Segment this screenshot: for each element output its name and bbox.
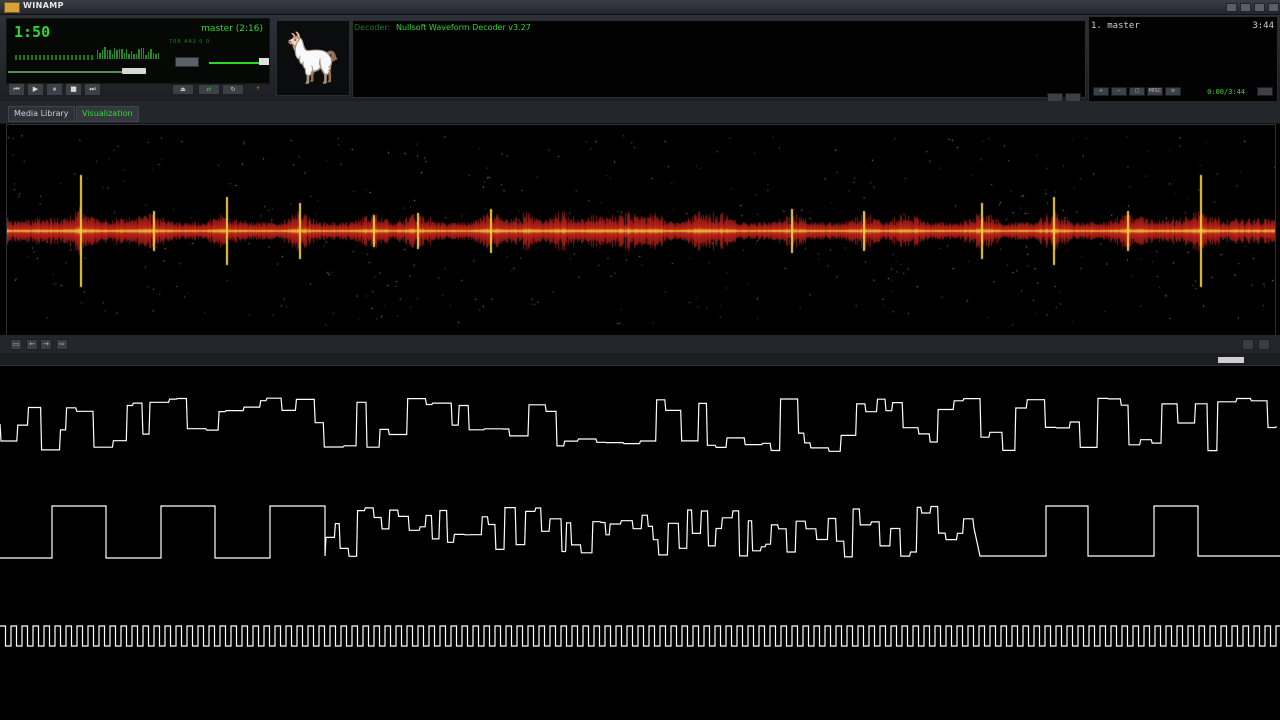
playlist-item-duration: 3:44 [1252,21,1274,31]
visualization-canvas[interactable] [6,124,1276,336]
viz-toolbar: ▭ ← → ⇨ [0,335,1280,353]
tab-visualization[interactable]: Visualization [76,106,139,122]
play-button[interactable]: ▶ [27,83,44,96]
info-panel: Decoder: Nullsoft Waveform Decoder v3.27 [352,20,1086,102]
viz-menu-icon[interactable]: ⇨ [56,339,68,350]
mute-button[interactable] [175,57,199,67]
channel-2-waveform [0,505,1280,559]
tab-media-library[interactable]: Media Library [8,106,75,122]
lightning-icon[interactable]: ⚡ [248,84,268,93]
resize-grip[interactable] [1218,357,1244,363]
oscilloscope-view [0,397,1280,647]
winamp-logo-icon [4,2,20,13]
pause-button[interactable]: ⏸ [46,83,63,96]
album-art-llama-icon: 🦙 [276,20,350,96]
playlist-position: 0:00/3:44 [1207,88,1245,96]
playlist-menu-button[interactable] [1257,87,1273,96]
viz-window-icon[interactable]: ▭ [10,339,22,350]
playlist-list-button[interactable]: ≡ [1165,87,1181,96]
window-title: WINAMP [23,1,64,10]
viz-next-icon[interactable]: → [40,339,52,350]
playlist-remove-button[interactable]: − [1111,87,1127,96]
playlist-item-label: 1. master [1091,21,1140,31]
player-panel: 1:50 master (2:16) 706 441 0 0 ⏮ ▶ ⏸ ■ ⏭… [0,15,1280,102]
playlist-misc-button[interactable]: MISC [1147,87,1163,96]
repeat-button[interactable]: ↻ [222,84,244,95]
viz-fullscreen-icon[interactable] [1258,339,1270,350]
title-bar[interactable]: WINAMP [0,0,1280,15]
maximize-icon[interactable] [1254,3,1265,12]
playlist-item[interactable]: 1. master 3:44 [1091,21,1274,31]
resize-bar [0,353,1280,366]
channel-1-waveform [0,397,1278,452]
playlist-select-button[interactable]: □ [1129,87,1145,96]
viz-prev-icon[interactable]: ← [26,339,38,350]
prev-button[interactable]: ⏮ [8,83,25,96]
vu-meter [15,55,93,60]
track-title: master (2:16) [201,24,263,34]
time-display[interactable]: 1:50 [14,23,50,41]
tab-bar: Media Library Visualization [0,101,1280,124]
viz-settings-icon[interactable] [1242,339,1254,350]
stop-button[interactable]: ■ [65,83,82,96]
shuffle-button[interactable]: ⇄ [198,84,220,95]
seek-handle[interactable] [122,68,146,74]
channel-3-waveform [0,625,1280,647]
display: 1:50 master (2:16) 706 441 0 0 [6,18,270,84]
shade-icon[interactable] [1240,3,1251,12]
decoder-value: Nullsoft Waveform Decoder v3.27 [396,23,531,32]
minimize-icon[interactable] [1226,3,1237,12]
mini-spectrum [97,47,159,59]
playlist: 1. master 3:44 + − □ MISC ≡ 0:00/3:44 [1088,16,1278,102]
playlist-add-button[interactable]: + [1093,87,1109,96]
bitrate-readout: 706 441 0 0 [169,39,211,45]
volume-knob[interactable] [259,58,269,65]
decoder-label: Decoder: [354,23,391,32]
eject-button[interactable]: ⏏ [172,84,194,95]
close-icon[interactable] [1268,3,1279,12]
next-button[interactable]: ⏭ [84,83,101,96]
transport-controls: ⏮ ▶ ⏸ ■ ⏭ [8,83,101,96]
